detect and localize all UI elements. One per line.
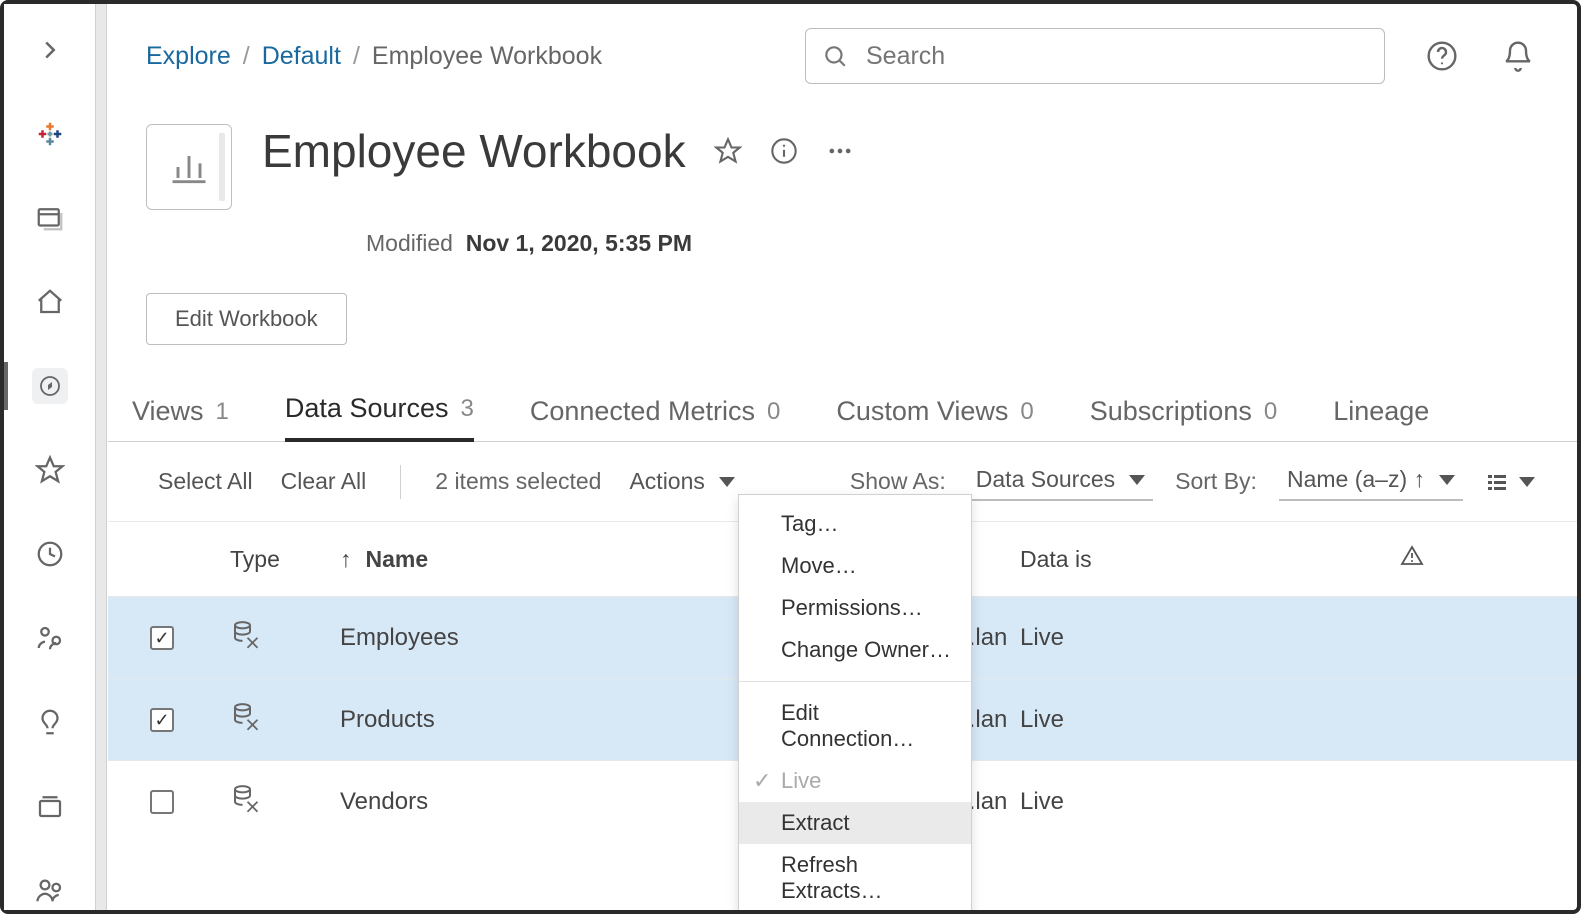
menu-item-extract[interactable]: Extract [739, 802, 971, 844]
users-icon[interactable] [32, 872, 68, 908]
menu-item-permissions[interactable]: Permissions… [739, 587, 971, 629]
notifications-icon[interactable] [1501, 39, 1535, 73]
breadcrumb-current: Employee Workbook [372, 42, 602, 71]
breadcrumb: Explore / Default / Employee Workbook [146, 42, 602, 71]
toolbar-divider [400, 465, 401, 499]
chevron-down-icon [1129, 475, 1145, 485]
tabs-bar: Views1 Data Sources3 Connected Metrics0 … [108, 345, 1577, 442]
chevron-down-icon [1439, 475, 1455, 485]
explore-icon[interactable] [32, 368, 68, 404]
tab-custom-views[interactable]: Custom Views0 [836, 396, 1033, 441]
sort-by-select[interactable]: Name (a–z) ↑ [1279, 462, 1463, 501]
breadcrumb-separator: / [353, 42, 360, 71]
workbook-thumbnail [146, 124, 232, 210]
shared-icon[interactable] [32, 620, 68, 656]
list-view-icon [1485, 470, 1509, 494]
row-checkbox[interactable] [150, 790, 174, 814]
recents-icon[interactable] [32, 536, 68, 572]
menu-item-move[interactable]: Move… [739, 545, 971, 587]
collections-icon[interactable] [32, 788, 68, 824]
chevron-down-icon [1519, 477, 1535, 487]
info-icon[interactable] [770, 137, 798, 165]
actions-dropdown-menu: Tag… Move… Permissions… Change Owner… Ed… [738, 494, 972, 910]
datasource-type-icon [230, 701, 340, 738]
star-icon[interactable] [32, 452, 68, 488]
tab-connected-metrics[interactable]: Connected Metrics0 [530, 396, 780, 441]
show-as-select[interactable]: Data Sources [968, 462, 1153, 501]
menu-item-edit-connection[interactable]: Edit Connection… [739, 692, 971, 760]
datasource-type-icon [230, 783, 340, 820]
help-icon[interactable] [1425, 39, 1459, 73]
recommendations-icon[interactable] [32, 704, 68, 740]
alert-triangle-icon [1400, 544, 1424, 568]
chevron-down-icon [719, 477, 735, 487]
row-data-is: Live [1020, 788, 1240, 816]
window-icon[interactable] [32, 200, 68, 236]
selection-count: 2 items selected [435, 468, 601, 495]
menu-item-refresh-extracts[interactable]: Refresh Extracts… [739, 844, 971, 910]
tab-subscriptions[interactable]: Subscriptions0 [1090, 396, 1277, 441]
search-icon [822, 43, 848, 69]
tab-data-sources[interactable]: Data Sources3 [285, 393, 474, 442]
chevron-right-icon[interactable] [32, 32, 68, 68]
tab-views[interactable]: Views1 [132, 396, 229, 441]
favorite-star-icon[interactable] [714, 137, 742, 165]
left-nav-rail [4, 4, 96, 910]
sort-by-label: Sort By: [1175, 468, 1257, 495]
col-type[interactable]: Type [230, 546, 340, 573]
more-actions-icon[interactable] [826, 137, 854, 165]
select-all-button[interactable]: Select All [158, 468, 253, 495]
breadcrumb-separator: / [243, 42, 250, 71]
breadcrumb-project[interactable]: Default [262, 42, 341, 71]
show-as-label: Show As: [850, 468, 946, 495]
row-checkbox[interactable] [150, 708, 174, 732]
menu-item-change-owner[interactable]: Change Owner… [739, 629, 971, 671]
clear-all-button[interactable]: Clear All [281, 468, 367, 495]
list-toolbar: Select All Clear All 2 items selected Ac… [108, 442, 1577, 522]
breadcrumb-explore[interactable]: Explore [146, 42, 231, 71]
menu-item-tag[interactable]: Tag… [739, 503, 971, 545]
row-checkbox[interactable] [150, 626, 174, 650]
row-data-is: Live [1020, 706, 1240, 734]
search-input[interactable] [864, 41, 1368, 72]
home-icon[interactable] [32, 284, 68, 320]
menu-divider [739, 681, 971, 682]
edit-workbook-button[interactable]: Edit Workbook [146, 293, 347, 345]
modified-subtitle: Modified Nov 1, 2020, 5:35 PM [108, 230, 1577, 257]
tab-lineage[interactable]: Lineage [1333, 396, 1429, 441]
page-title: Employee Workbook [262, 124, 686, 178]
col-data-is[interactable]: Data is [1020, 546, 1240, 573]
menu-item-live: Live [739, 760, 971, 802]
tableau-logo-icon[interactable] [32, 116, 68, 152]
view-mode-button[interactable] [1485, 470, 1535, 494]
bar-chart-icon [167, 145, 211, 189]
col-alert[interactable] [1400, 544, 1480, 574]
datasource-type-icon [230, 619, 340, 656]
actions-dropdown-button[interactable]: Actions [629, 468, 734, 495]
row-data-is: Live [1020, 624, 1240, 652]
main-content: Explore / Default / Employee Workbook [96, 4, 1577, 910]
rail-scrollbar[interactable] [95, 4, 107, 910]
search-input-container[interactable] [805, 28, 1385, 84]
